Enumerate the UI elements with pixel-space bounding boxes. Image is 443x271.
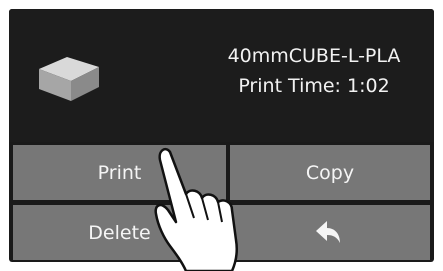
print-time: Print Time: 1:02 <box>238 75 390 97</box>
delete-button-label: Delete <box>88 221 151 244</box>
file-name: 40mmCUBE-L-PLA <box>227 45 401 67</box>
touch-screen: 40mmCUBE-L-PLA Print Time: 1:02 Print Co… <box>9 9 434 262</box>
print-button-label: Print <box>97 161 142 184</box>
delete-button[interactable]: Delete <box>13 205 226 260</box>
print-button[interactable]: Print <box>13 145 226 200</box>
copy-button[interactable]: Copy <box>230 145 430 200</box>
back-button[interactable] <box>230 205 430 260</box>
cube-icon <box>39 57 99 101</box>
back-arrow-icon <box>316 220 340 243</box>
file-info-panel: 40mmCUBE-L-PLA Print Time: 1:02 <box>9 9 434 142</box>
copy-button-label: Copy <box>305 161 355 184</box>
